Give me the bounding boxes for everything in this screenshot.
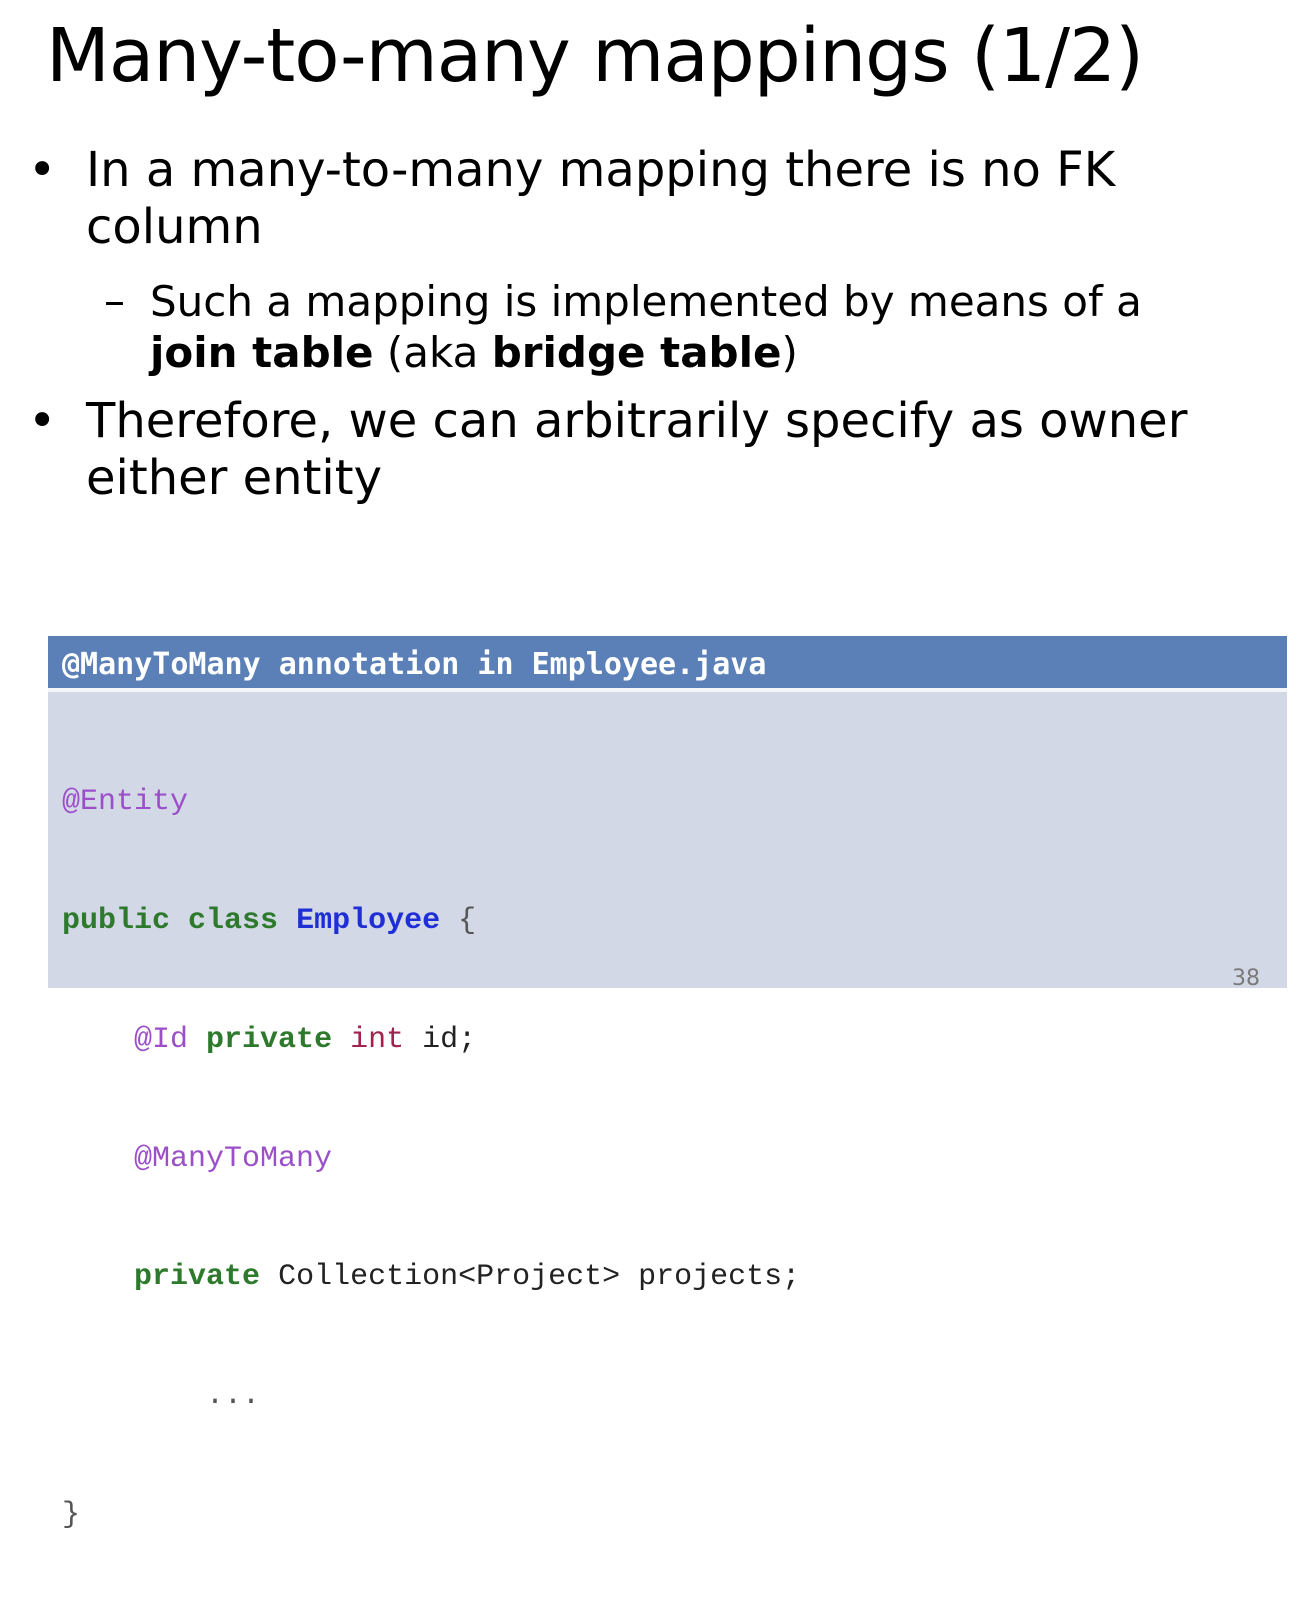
bullet-text-line: In a many-to-many mapping there is no FK bbox=[86, 142, 1116, 198]
bullet-text-line: either entity bbox=[86, 450, 382, 506]
sub-bullet-marker: – bbox=[104, 276, 125, 325]
brace-token: } bbox=[62, 1497, 81, 1532]
type-token: int bbox=[350, 1022, 405, 1057]
bullet-item: • In a many-to-many mapping there is no … bbox=[28, 142, 1278, 256]
bullet-text-line: column bbox=[86, 199, 263, 255]
sub-bullet-text: Such a mapping is implemented by means o… bbox=[150, 276, 1142, 378]
keyword-token: public class bbox=[62, 903, 279, 938]
bullet-text: Therefore, we can arbitrarily specify as… bbox=[86, 393, 1187, 507]
keyword-token: private bbox=[206, 1022, 333, 1057]
bullet-marker: • bbox=[28, 393, 57, 449]
bullet-text: In a many-to-many mapping there is no FK… bbox=[86, 142, 1115, 256]
code-box-header: @ManyToMany annotation in Employee.java bbox=[48, 636, 1287, 692]
page-number: 38 bbox=[1232, 966, 1260, 991]
brace-token: { bbox=[458, 903, 477, 938]
code-line: @Entity bbox=[62, 783, 800, 823]
sub-bullet-text-line: Such a mapping is implemented by means o… bbox=[150, 277, 1142, 326]
code-body: @Entity public class Employee { @Id priv… bbox=[62, 704, 800, 1615]
bullet-marker: • bbox=[28, 142, 57, 198]
annotation-token: @ManyToMany bbox=[134, 1141, 333, 1176]
bold-term: bridge table bbox=[491, 328, 782, 377]
annotation-token: @Entity bbox=[62, 785, 189, 820]
code-line: @Id private int id; bbox=[62, 1021, 800, 1061]
sub-bullet-item: – Such a mapping is implemented by means… bbox=[104, 276, 1274, 378]
code-line: } bbox=[62, 1496, 800, 1536]
code-text-token: Collection<Project> projects; bbox=[278, 1260, 801, 1295]
bullet-item: • Therefore, we can arbitrarily specify … bbox=[28, 393, 1278, 507]
code-line: public class Employee { bbox=[62, 902, 800, 942]
code-line: ... bbox=[62, 1377, 800, 1417]
keyword-token: private bbox=[134, 1260, 261, 1295]
code-box: @ManyToMany annotation in Employee.java … bbox=[48, 636, 1287, 1532]
annotation-token: @Id bbox=[134, 1022, 189, 1057]
class-name-token: Employee bbox=[296, 903, 441, 938]
code-line: private Collection<Project> projects; bbox=[62, 1258, 800, 1298]
code-line: @ManyToMany bbox=[62, 1140, 800, 1180]
plain-text: ) bbox=[781, 328, 798, 377]
code-text-token: id; bbox=[422, 1022, 477, 1057]
bold-term: join table bbox=[150, 328, 374, 377]
bullet-text-line: Therefore, we can arbitrarily specify as… bbox=[86, 393, 1188, 449]
plain-text: (aka bbox=[373, 328, 492, 377]
slide-title: Many-to-many mappings (1/2) bbox=[46, 13, 1144, 99]
sub-bullet-text-line: join table (aka bridge table) bbox=[150, 327, 1142, 378]
ellipsis-token: ... bbox=[206, 1379, 261, 1414]
